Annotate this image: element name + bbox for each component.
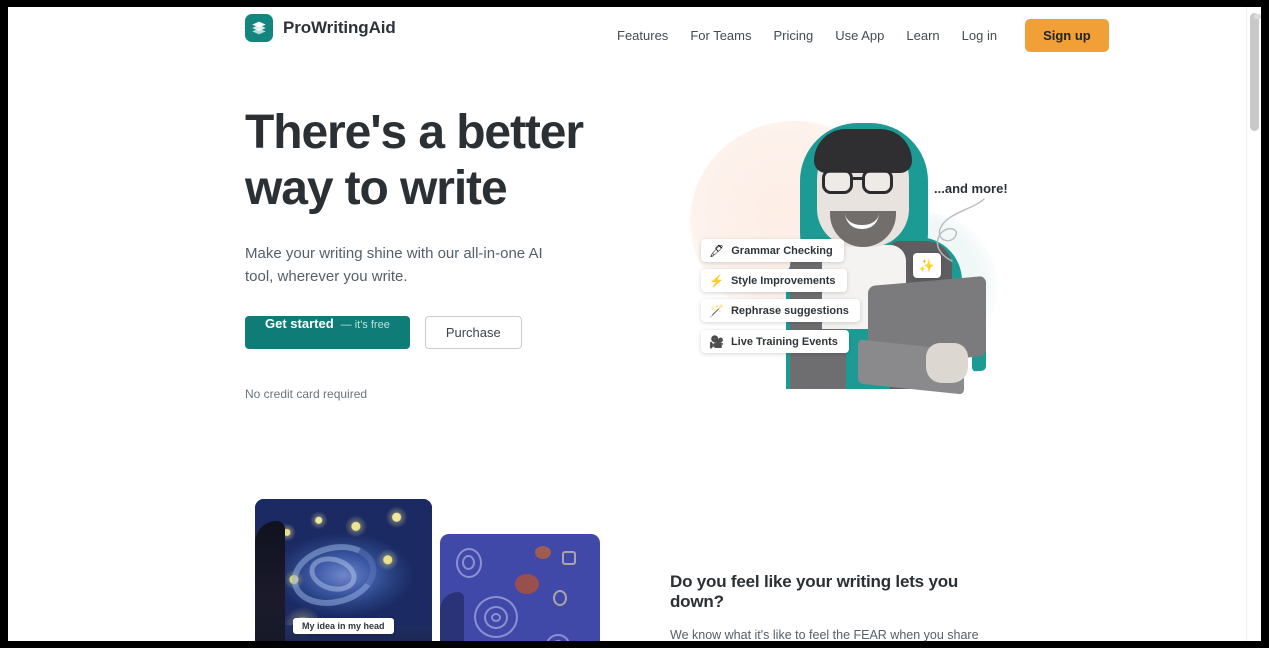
hand [926,343,968,383]
doodle-blot-large [515,574,539,594]
section-two-body: We know what it's like to feel the FEAR … [670,628,979,641]
feature-chip-label: Grammar Checking [731,244,833,257]
prowritingaid-logo-icon [245,14,273,42]
feature-chip-label: Rephrase suggestions [730,304,849,317]
feature-chip-label: Live Training Events [730,335,838,348]
my-idea-in-my-head-label: My idea in my head [293,618,394,634]
feature-chip-rephrase-suggestions[interactable]: 🪄 Rephrase suggestions [701,299,860,322]
brand-logo-link[interactable]: ProWritingAid [245,14,396,42]
nav-item-pricing[interactable]: Pricing [762,22,824,49]
no-credit-card-note: No credit card required [245,387,368,401]
doodle-spiral-1-inner [462,555,475,570]
nav-item-for-teams[interactable]: For Teams [679,22,762,49]
glasses-right-lens [862,169,893,194]
hero-copy: There's a better way to write Make your … [245,105,645,401]
get-started-label: Get started [265,316,334,331]
scrollbar-grip [1254,14,1261,19]
page-content: ProWritingAid Features For Teams Pricing… [8,7,1261,641]
magic-wand-icon: 🪄 [709,303,724,318]
site-header: ProWritingAid Features For Teams Pricing… [8,7,1246,63]
scrollbar-thumb[interactable] [1250,13,1261,131]
get-started-button[interactable]: Get started — it's free [245,316,410,349]
feature-chip-live-training-events[interactable]: 🎥 Live Training Events [701,330,849,353]
hair [814,129,912,173]
glasses-left-lens [822,169,853,194]
vertical-scrollbar[interactable] [1246,7,1261,641]
doodle-blot-small [535,546,551,559]
lightning-bolt-icon: ⚡ [709,273,724,288]
section-two-copy: Do you feel like your writing lets you d… [670,572,1015,641]
idea-vs-result-illustration: My idea in my head [245,499,605,641]
page-title: There's a better way to write [245,105,645,217]
doodle-circle [553,590,567,606]
feature-chip-grammar-checking[interactable]: 🖋 Grammar Checking [701,239,844,262]
hero-subtitle: Make your writing shine with our all-in-… [245,245,543,285]
hero-title-line-1: There's a better [245,106,584,159]
nav-item-use-app[interactable]: Use App [824,22,895,49]
hero-title-line-2: way to write [245,162,508,215]
and-more-label: ...and more! [934,181,1008,196]
glasses-bridge [853,177,862,180]
hero-illustration: 🖋 Grammar Checking ⚡ Style Improvements … [668,103,1038,403]
feature-chip-label: Style Improvements [730,274,836,287]
nav-item-features[interactable]: Features [606,22,679,49]
starry-cypress-tree [255,521,285,641]
feather-pen-icon: 🖋 [709,243,725,258]
movie-camera-icon: 🎥 [709,334,724,349]
nav-item-log-in[interactable]: Log in [951,22,1008,49]
doodle-spiral-2-inner [491,613,501,622]
sketch-cypress-tree [440,592,464,641]
main-navigation: Features For Teams Pricing Use App Learn… [606,19,1109,52]
feature-chip-style-improvements[interactable]: ⚡ Style Improvements [701,269,847,292]
sign-up-button[interactable]: Sign up [1025,19,1109,52]
doodle-square [562,551,576,565]
curly-arrow-icon [936,198,985,262]
purchase-button[interactable]: Purchase [424,316,522,349]
browser-viewport: ProWritingAid Features For Teams Pricing… [0,0,1269,648]
get-started-sublabel: — it's free [340,319,390,331]
hero-actions: Get started — it's free Purchase [245,316,645,349]
nav-item-learn[interactable]: Learn [895,22,950,49]
sketch-panel [440,534,600,641]
brand-name: ProWritingAid [283,18,396,37]
section-two-title: Do you feel like your writing lets you d… [670,572,959,611]
